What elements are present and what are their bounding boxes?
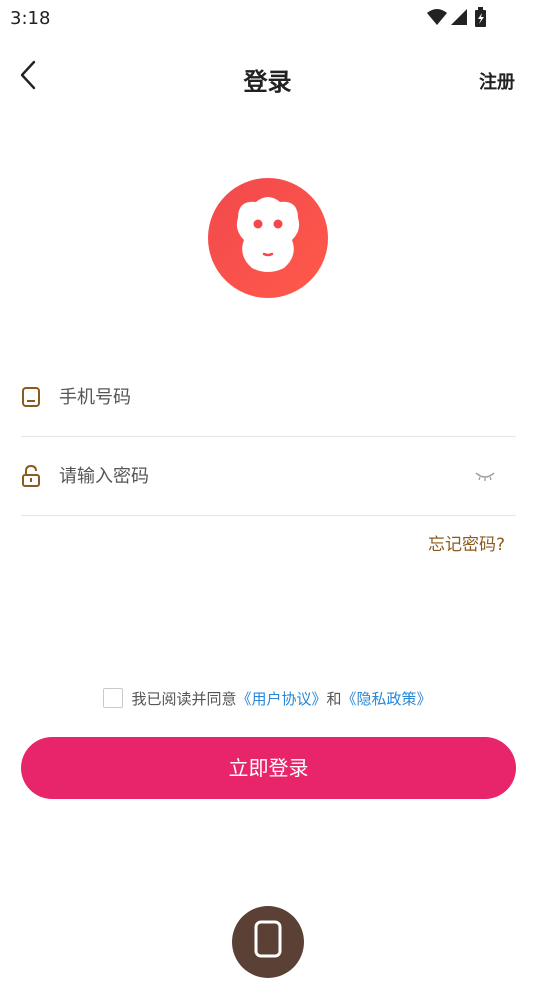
phone-input[interactable] [59,380,459,414]
register-link[interactable]: 注册 [479,68,515,94]
forgot-password-link[interactable]: 忘记密码? [428,530,505,555]
agree-checkbox[interactable] [103,688,124,708]
agreement-and: 和 [326,689,342,708]
password-field-row [21,437,516,516]
user-agreement-link[interactable]: 《用户协议》 [236,688,326,709]
status-time: 3:18 [10,8,51,29]
agreement-prefix: 我已阅读并同意 [131,689,237,708]
status-icons [425,7,495,29]
battery-icon [475,7,486,27]
phone-icon [21,386,41,408]
wifi-icon [427,9,447,25]
signal-icon [451,9,467,25]
phone-login-button[interactable] [232,906,304,978]
phone-field-row [21,358,516,437]
lock-icon [21,464,41,487]
login-button[interactable]: 立即登录 [21,737,516,799]
monkey-logo-icon [236,197,300,272]
eye-closed-icon[interactable] [474,467,496,483]
phone-login-icon [254,920,282,958]
password-input[interactable] [59,459,459,493]
agreement-row: 我已阅读并同意 《用户协议》 和 《隐私政策》 [0,685,535,711]
nav-bar: 登录 注册 [0,50,535,106]
privacy-policy-link[interactable]: 《隐私政策》 [342,688,432,709]
app-logo [208,178,328,298]
page-title: 登录 [243,68,292,96]
status-bar: 3:18 [0,0,535,36]
